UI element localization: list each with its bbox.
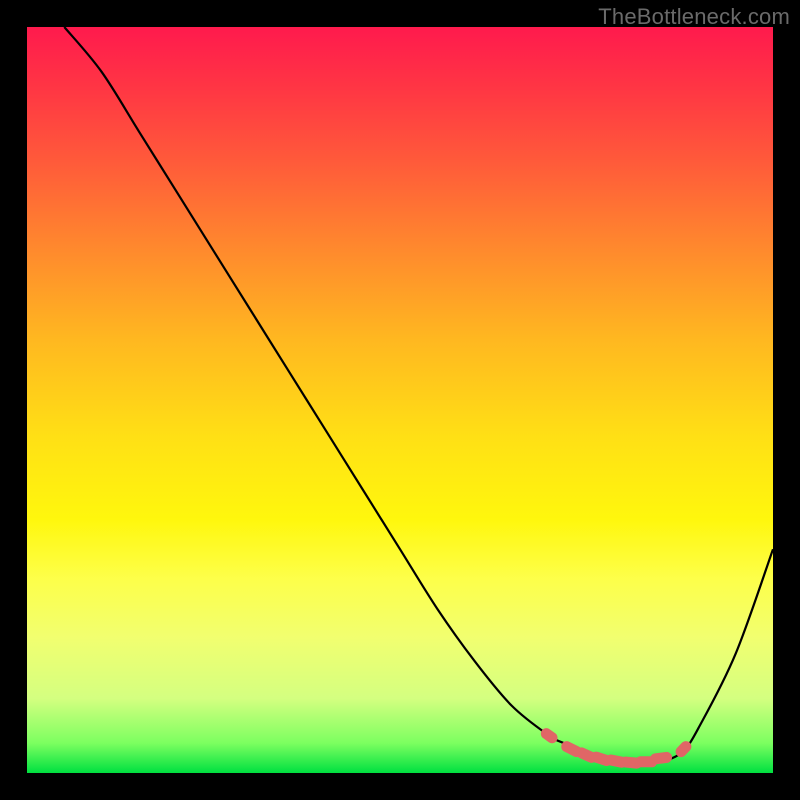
bottleneck-curve (27, 27, 773, 773)
marker-group (539, 726, 694, 769)
watermark-text: TheBottleneck.com (598, 4, 790, 30)
trough-marker (650, 751, 673, 765)
trough-marker (539, 726, 560, 745)
chart-frame: TheBottleneck.com (0, 0, 800, 800)
curve-path (64, 27, 773, 763)
chart-plot-area (27, 27, 773, 773)
